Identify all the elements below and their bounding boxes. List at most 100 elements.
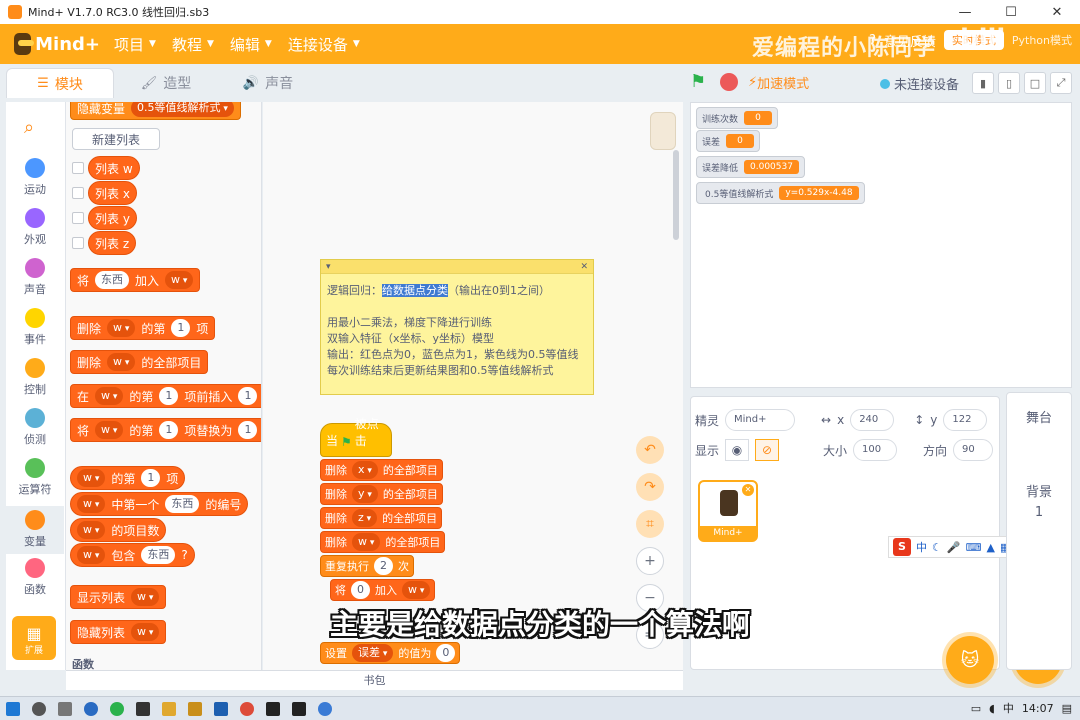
wechat-icon[interactable] [110, 701, 124, 716]
list-dropdown[interactable]: w [107, 353, 136, 371]
search-icon[interactable]: ⌕ [24, 117, 34, 138]
app-icon[interactable] [318, 701, 332, 716]
stage-layout-button[interactable]: □ [1024, 72, 1046, 94]
search-icon[interactable] [32, 701, 46, 716]
collapse-icon[interactable]: ▾ [326, 262, 331, 272]
list-dropdown[interactable]: w [95, 387, 124, 405]
variable-dropdown[interactable]: 0.5等值线解析式 [131, 102, 234, 117]
show-sprite-toggle[interactable]: ◉ [725, 439, 750, 461]
comment-header[interactable]: ▾ ✕ [321, 260, 593, 274]
size-field[interactable]: 100 [853, 439, 898, 461]
close-icon[interactable]: ✕ [580, 262, 588, 272]
list-checkbox[interactable] [72, 237, 84, 249]
value-input[interactable]: 1 [238, 387, 258, 405]
variable-monitor[interactable]: 误差 0 [696, 130, 761, 152]
turbo-mode-button[interactable]: ⚡ 加速模式 [748, 73, 809, 92]
list-reporter-w[interactable]: 列表 w [88, 156, 140, 180]
language-indicator[interactable]: 中 [1003, 700, 1014, 716]
repeat-count-input[interactable]: 2 [374, 557, 393, 575]
list-dropdown[interactable]: w [77, 469, 106, 487]
category-variables[interactable]: 变量 [6, 506, 64, 554]
index-input[interactable]: 1 [171, 319, 191, 337]
list-dropdown[interactable]: w [95, 421, 124, 439]
minimize-button[interactable]: — [942, 0, 988, 24]
category-functions[interactable]: 函数 [6, 558, 64, 606]
set-variable-block[interactable]: 设置误差的值为0 [320, 642, 461, 664]
hide-sprite-toggle[interactable]: ⊘ [755, 439, 780, 461]
script-delete-all-block[interactable]: 删除x的全部项目 [320, 459, 443, 481]
list-reporter-y[interactable]: 列表 y [88, 206, 137, 230]
list-reporter-x[interactable]: 列表 x [88, 181, 137, 205]
direction-field[interactable]: 90 [953, 439, 994, 461]
index-input[interactable]: 1 [141, 469, 161, 487]
menu-tutorial[interactable]: 教程 ▼ [172, 34, 214, 55]
category-motion[interactable]: 运动 [6, 158, 64, 206]
sprite-card[interactable]: ✕ Mind+ [698, 480, 758, 542]
mindplus-logo[interactable]: Mind+ [14, 29, 100, 59]
index-input[interactable]: 1 [159, 387, 179, 405]
task-view-icon[interactable] [58, 701, 72, 716]
shirt-icon[interactable]: ▲ [986, 541, 994, 554]
list-dropdown[interactable]: z [352, 509, 378, 527]
category-events[interactable]: 事件 [6, 308, 64, 356]
list-dropdown[interactable]: w [352, 533, 381, 551]
tab-blocks[interactable]: ☰ 模块 [6, 68, 114, 98]
menu-edit[interactable]: 编辑 ▼ [230, 34, 272, 55]
replace-item-block[interactable]: 将w的第1项替换为1 [70, 418, 261, 442]
close-button[interactable]: ✕ [1034, 0, 1080, 24]
script-add-to-list-block[interactable]: 将 0 加入 w [330, 579, 436, 601]
category-sensing[interactable]: 侦测 [6, 408, 64, 456]
menu-project[interactable]: 项目 ▼ [114, 34, 156, 55]
folder-icon[interactable] [162, 701, 176, 716]
variable-monitor[interactable]: 0.5等值线解析式 y=0.529x-4.48 [696, 182, 865, 204]
item-input[interactable]: 东西 [95, 271, 130, 289]
category-sound[interactable]: 声音 [6, 258, 64, 306]
variable-monitor[interactable]: 训练次数 0 [696, 107, 779, 129]
stage[interactable]: 训练次数 0 误差 0 误差降低 0.000537 0.5等值线解析式 y=0.529x… [690, 102, 1072, 388]
network-icon[interactable]: ▭ [971, 702, 981, 715]
index-of-item-block[interactable]: w中第一个东西的编号 [70, 492, 249, 516]
clock[interactable]: 14:07 [1022, 702, 1054, 715]
app-icon[interactable] [266, 701, 280, 716]
list-dropdown[interactable]: w [77, 546, 106, 564]
fullscreen-button[interactable]: ⤢ [1050, 72, 1072, 94]
category-control[interactable]: 控制 [6, 358, 64, 406]
python-mode-toggle[interactable]: Python模式 [1012, 32, 1072, 48]
insert-at-block[interactable]: 在w的第1项前插入1 [70, 384, 261, 408]
add-to-list-block[interactable]: 将东西 加入 w [70, 268, 201, 292]
workspace-scrollbar[interactable] [673, 150, 679, 240]
script-delete-all-block[interactable]: 删除w的全部项目 [320, 531, 446, 553]
category-looks[interactable]: 外观 [6, 208, 64, 256]
list-dropdown[interactable]: y [352, 485, 378, 503]
list-checkbox[interactable] [72, 162, 84, 174]
crop-icon[interactable]: ⌗ [636, 510, 664, 538]
connection-status[interactable]: 未连接设备 [880, 74, 959, 93]
add-sprite-button[interactable]: 🐱 [946, 636, 994, 684]
new-list-button[interactable]: 新建列表 [72, 128, 160, 150]
notification-icon[interactable]: ▤ [1062, 702, 1072, 715]
list-dropdown[interactable]: w [107, 319, 136, 337]
list-contains-block[interactable]: w包含东西? [70, 543, 195, 567]
app-icon[interactable] [214, 701, 228, 716]
app-icon[interactable] [136, 701, 150, 716]
volume-icon[interactable]: ◖ [989, 702, 995, 715]
large-stage-button[interactable]: ▯ [998, 72, 1020, 94]
redo-icon[interactable]: ↷ [636, 473, 664, 501]
item-input[interactable]: 东西 [141, 546, 176, 564]
when-flag-clicked-block[interactable]: 当 ⚑ 被点击 [320, 417, 392, 457]
variable-dropdown[interactable]: 误差 [352, 644, 394, 662]
category-operators[interactable]: 运算符 [6, 458, 64, 506]
delete-all-block[interactable]: 删除w的全部项目 [70, 350, 209, 374]
maximize-button[interactable]: ☐ [988, 0, 1034, 24]
variable-monitor[interactable]: 误差降低 0.000537 [696, 156, 805, 178]
delete-nth-block[interactable]: 删除w的第1项 [70, 316, 216, 340]
list-dropdown[interactable]: w [165, 271, 194, 289]
green-flag-button[interactable]: ⚑ [690, 72, 710, 92]
repeat-block[interactable]: 重复执行 2 次 [320, 555, 414, 577]
item-input[interactable]: 0 [351, 581, 370, 599]
code-comment[interactable]: ▾ ✕ 逻辑回归：给数据点分类（输出在0到1之间） 用最小二乘法，梯度下降进行训练… [320, 259, 594, 395]
delete-sprite-icon[interactable]: ✕ [742, 484, 754, 496]
sprite-name-field[interactable]: Mind+ [725, 409, 796, 431]
tab-costumes[interactable]: 🖌 造型 [116, 68, 216, 98]
list-reporter-z[interactable]: 列表 z [88, 231, 137, 255]
